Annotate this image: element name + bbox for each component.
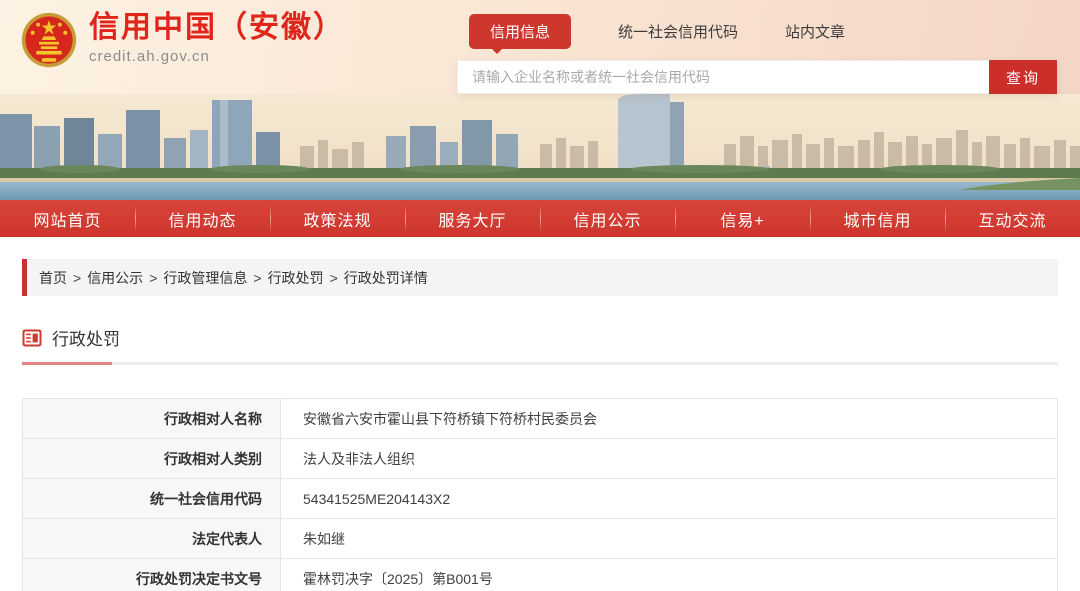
row-label-party-type: 行政相对人类别	[23, 439, 281, 479]
site-logo: 信用中国（安徽） credit.ah.gov.cn	[20, 11, 345, 69]
breadcrumb-separator: >	[149, 270, 157, 286]
nav-item-interaction[interactable]: 互动交流	[945, 200, 1080, 237]
nav-item-credit-news[interactable]: 信用动态	[135, 200, 270, 237]
tab-credit-info[interactable]: 信用信息	[469, 14, 571, 49]
city-skyline-banner-image	[0, 94, 1080, 200]
table-row: 行政相对人类别 法人及非法人组织	[23, 439, 1058, 479]
row-label-legal-representative: 法定代表人	[23, 519, 281, 559]
search-button[interactable]: 查询	[989, 60, 1057, 94]
main-nav: 网站首页 信用动态 政策法规 服务大厅 信用公示 信易+ 城市信用 互动交流	[0, 200, 1080, 237]
national-emblem-icon	[20, 11, 78, 69]
nav-item-home[interactable]: 网站首页	[0, 200, 135, 237]
breadcrumb-separator: >	[73, 270, 81, 286]
breadcrumb-admin-management-info[interactable]: 行政管理信息	[163, 268, 247, 288]
logo-text: 信用中国（安徽） credit.ah.gov.cn	[89, 11, 345, 65]
breadcrumb-home[interactable]: 首页	[39, 268, 67, 288]
site-header: 信用中国（安徽） credit.ah.gov.cn 信用信息 统一社会信用代码 …	[0, 0, 1080, 200]
tab-site-articles[interactable]: 站内文章	[785, 21, 845, 42]
row-value-decision-doc-number: 霍林罚决字〔2025〕第B001号	[281, 559, 1058, 591]
main-content: 首页 > 信用公示 > 行政管理信息 > 行政处罚 > 行政处罚详情 行政处罚	[0, 237, 1080, 591]
nav-item-credit-publicity[interactable]: 信用公示	[540, 200, 675, 237]
nav-item-service-hall[interactable]: 服务大厅	[405, 200, 540, 237]
tab-unified-social-credit-code[interactable]: 统一社会信用代码	[618, 21, 738, 42]
nav-item-policies[interactable]: 政策法规	[270, 200, 405, 237]
section-divider	[22, 362, 1058, 365]
breadcrumb: 首页 > 信用公示 > 行政管理信息 > 行政处罚 > 行政处罚详情	[22, 259, 1058, 296]
row-label-decision-doc-number: 行政处罚决定书文号	[23, 559, 281, 591]
row-value-party-name: 安徽省六安市霍山县下符桥镇下符桥村民委员会	[281, 399, 1058, 439]
page: 信用中国（安徽） credit.ah.gov.cn 信用信息 统一社会信用代码 …	[0, 0, 1080, 591]
section-title: 行政处罚	[52, 325, 120, 350]
row-value-legal-representative: 朱如继	[281, 519, 1058, 559]
breadcrumb-admin-penalty[interactable]: 行政处罚	[268, 268, 324, 288]
breadcrumb-credit-publicity[interactable]: 信用公示	[87, 268, 143, 288]
nav-item-xinyi-plus[interactable]: 信易+	[675, 200, 810, 237]
section-header: 行政处罚	[22, 325, 1058, 350]
search-tabs: 信用信息 统一社会信用代码 站内文章	[457, 16, 1057, 46]
nav-item-city-credit[interactable]: 城市信用	[810, 200, 945, 237]
row-value-party-type: 法人及非法人组织	[281, 439, 1058, 479]
row-label-party-name: 行政相对人名称	[23, 399, 281, 439]
table-row: 行政处罚决定书文号 霍林罚决字〔2025〕第B001号	[23, 559, 1058, 591]
search-input[interactable]	[457, 60, 989, 94]
site-title: 信用中国（安徽）	[89, 11, 345, 45]
table-row: 统一社会信用代码 54341525ME204143X2	[23, 479, 1058, 519]
row-value-credit-code: 54341525ME204143X2	[281, 479, 1058, 519]
table-row: 法定代表人 朱如继	[23, 519, 1058, 559]
search-bar: 查询	[457, 60, 1057, 94]
breadcrumb-separator: >	[253, 270, 261, 286]
breadcrumb-separator: >	[330, 270, 338, 286]
table-row: 行政相对人名称 安徽省六安市霍山县下符桥镇下符桥村民委员会	[23, 399, 1058, 439]
site-domain: credit.ah.gov.cn	[89, 48, 345, 65]
row-label-credit-code: 统一社会信用代码	[23, 479, 281, 519]
search-panel: 信用信息 统一社会信用代码 站内文章 查询	[457, 16, 1057, 94]
penalty-detail-table: 行政相对人名称 安徽省六安市霍山县下符桥镇下符桥村民委员会 行政相对人类别 法人…	[22, 398, 1058, 591]
document-list-icon	[22, 328, 42, 348]
breadcrumb-admin-penalty-detail: 行政处罚详情	[344, 268, 428, 288]
